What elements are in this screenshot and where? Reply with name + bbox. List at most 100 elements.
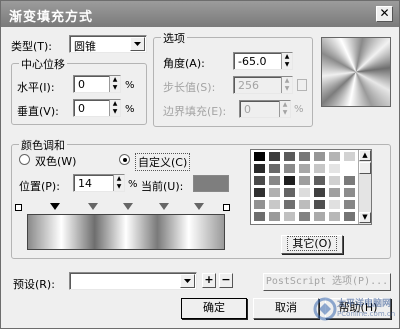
angle-input[interactable]: -65.0 ▲ ▼ — [233, 52, 293, 70]
palette-swatch[interactable] — [253, 187, 266, 198]
color-stop[interactable] — [194, 203, 204, 210]
vertical-unit: % — [125, 104, 135, 115]
help-button[interactable]: 帮助(H) — [325, 298, 391, 319]
palette-swatch[interactable] — [343, 211, 356, 222]
preset-dropdown-button[interactable] — [180, 274, 195, 288]
position-spinner[interactable]: ▲ ▼ — [113, 175, 124, 191]
spin-up-icon[interactable]: ▲ — [114, 175, 124, 183]
scroll-up-icon[interactable]: ▲ — [359, 150, 371, 161]
custom-label[interactable]: 自定义(C) — [135, 153, 191, 171]
palette-swatch[interactable] — [268, 151, 281, 162]
two-color-label[interactable]: 双色(W) — [35, 153, 76, 169]
palette-swatch[interactable] — [253, 175, 266, 186]
ok-button[interactable]: 确定 — [181, 298, 247, 319]
palette-swatch[interactable] — [298, 187, 311, 198]
palette-swatch[interactable] — [283, 187, 296, 198]
palette-swatch[interactable] — [313, 175, 326, 186]
remove-preset-button[interactable]: − — [219, 273, 233, 288]
others-button[interactable]: 其它(O) — [281, 235, 343, 254]
palette-swatch[interactable] — [328, 175, 341, 186]
palette-swatch[interactable] — [298, 211, 311, 222]
palette-swatch[interactable] — [268, 187, 281, 198]
type-select[interactable]: 圆锥 — [69, 35, 147, 53]
color-stop[interactable] — [159, 203, 169, 210]
color-stop[interactable] — [88, 203, 98, 210]
edge-pad-spinner: ▲ ▼ — [279, 101, 290, 117]
palette-swatch[interactable] — [253, 163, 266, 174]
spin-up-icon[interactable]: ▲ — [282, 53, 292, 61]
end-color-marker[interactable] — [223, 204, 230, 211]
palette-swatch[interactable] — [313, 187, 326, 198]
palette-swatch[interactable] — [283, 151, 296, 162]
palette-swatch[interactable] — [283, 163, 296, 174]
color-stop[interactable] — [123, 203, 133, 210]
palette-swatch[interactable] — [268, 163, 281, 174]
horizontal-unit: % — [125, 80, 135, 91]
palette-swatch[interactable] — [313, 163, 326, 174]
ok-button-label: 确定 — [203, 301, 225, 314]
vertical-input[interactable]: 0 ▲ ▼ — [73, 99, 121, 117]
palette-swatch[interactable] — [298, 199, 311, 210]
palette-swatch[interactable] — [343, 151, 356, 162]
palette-swatch[interactable] — [268, 175, 281, 186]
palette-swatch[interactable] — [298, 151, 311, 162]
cancel-button[interactable]: 取消 — [253, 298, 319, 319]
current-color-swatch[interactable] — [193, 175, 229, 192]
palette-swatch[interactable] — [253, 151, 266, 162]
horizontal-spinner[interactable]: ▲ ▼ — [109, 76, 120, 92]
palette-swatch[interactable] — [343, 187, 356, 198]
horizontal-input[interactable]: 0 ▲ ▼ — [73, 75, 121, 93]
spin-down-icon[interactable]: ▼ — [114, 183, 124, 191]
palette-swatch[interactable] — [268, 199, 281, 210]
palette-scrollbar[interactable]: ▲ ▼ — [358, 150, 371, 224]
palette-swatch[interactable] — [328, 187, 341, 198]
type-label: 类型(T): — [11, 40, 53, 53]
palette-swatch[interactable] — [268, 211, 281, 222]
palette-swatch[interactable] — [313, 151, 326, 162]
spin-up-icon[interactable]: ▲ — [110, 76, 120, 84]
center-offset-group-label: 中心位移 — [19, 56, 67, 72]
palette-swatch[interactable] — [298, 175, 311, 186]
edge-pad-label: 边界填充(E): — [163, 105, 227, 118]
title-bar[interactable]: 渐变填充方式 ✕ — [1, 1, 399, 27]
scroll-thumb[interactable] — [359, 162, 371, 174]
close-button[interactable]: ✕ — [376, 6, 393, 22]
custom-radio[interactable] — [119, 154, 130, 165]
color-stop-selected[interactable] — [50, 203, 60, 210]
palette-swatch[interactable] — [328, 199, 341, 210]
spin-up-icon[interactable]: ▲ — [110, 100, 120, 108]
horizontal-value: 0 — [78, 78, 85, 91]
spin-down-icon[interactable]: ▼ — [110, 84, 120, 92]
palette-swatch[interactable] — [283, 175, 296, 186]
scroll-down-icon[interactable]: ▼ — [359, 212, 371, 223]
position-input[interactable]: 14 ▲ ▼ — [73, 174, 125, 192]
help-button-label: 帮助(H) — [338, 301, 378, 314]
vertical-spinner[interactable]: ▲ ▼ — [109, 100, 120, 116]
palette-swatch[interactable] — [343, 163, 356, 174]
palette-swatch[interactable] — [283, 199, 296, 210]
dialog-title: 渐变填充方式 — [9, 10, 94, 25]
palette-swatch[interactable] — [343, 199, 356, 210]
spin-down-icon[interactable]: ▼ — [110, 108, 120, 116]
gradient-bar[interactable] — [27, 214, 225, 250]
palette-swatch[interactable] — [253, 211, 266, 222]
palette-swatch[interactable] — [253, 199, 266, 210]
palette-swatch[interactable] — [328, 163, 341, 174]
palette-swatch[interactable] — [343, 175, 356, 186]
color-palette[interactable]: ▲ ▼ — [250, 149, 372, 225]
vertical-label: 垂直(V): — [17, 105, 59, 118]
palette-swatch[interactable] — [328, 151, 341, 162]
type-dropdown-button[interactable] — [130, 37, 145, 51]
two-color-radio[interactable] — [19, 154, 30, 165]
start-color-marker[interactable] — [15, 204, 22, 211]
palette-swatch[interactable] — [328, 211, 341, 222]
palette-swatch[interactable] — [283, 211, 296, 222]
palette-swatch[interactable] — [313, 199, 326, 210]
add-preset-button[interactable]: + — [202, 273, 216, 288]
palette-swatch[interactable] — [298, 163, 311, 174]
minus-icon: − — [221, 273, 231, 286]
preset-select[interactable] — [69, 272, 197, 290]
angle-spinner[interactable]: ▲ ▼ — [281, 53, 292, 69]
palette-swatch[interactable] — [313, 211, 326, 222]
spin-down-icon[interactable]: ▼ — [282, 61, 292, 69]
